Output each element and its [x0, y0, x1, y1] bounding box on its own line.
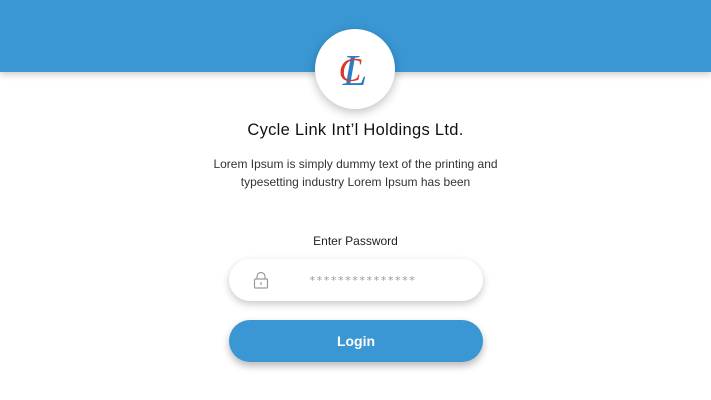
password-label: Enter Password: [313, 234, 398, 248]
logo-letter-c: C: [339, 52, 362, 89]
company-logo: L C: [315, 29, 395, 109]
cl-monogram-icon: L C: [339, 46, 368, 95]
company-name: Cycle Link Int’l Holdings Ltd.: [247, 121, 464, 139]
login-button[interactable]: Login: [229, 320, 483, 362]
lock-icon: [253, 271, 269, 289]
company-description: Lorem Ipsum is simply dummy text of the …: [213, 157, 498, 189]
password-input[interactable]: [309, 270, 459, 290]
password-field[interactable]: [229, 259, 483, 301]
